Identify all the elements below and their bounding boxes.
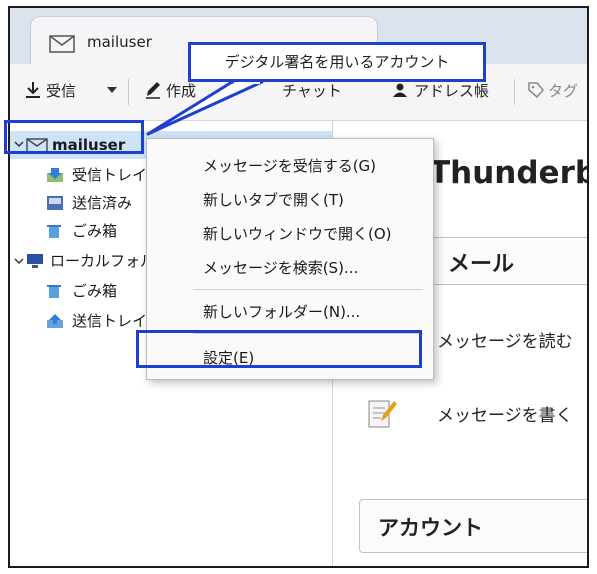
- pencil-icon: [144, 80, 162, 100]
- menu-item-label: 新しいフォルダー(N)...: [203, 303, 361, 321]
- app-window: mailuser 受信 作成 チャット アドレス帳 タグ mailuser 受信…: [8, 6, 589, 568]
- trash-icon: [46, 223, 62, 239]
- tag-label: タグ: [548, 82, 579, 100]
- menu-item-label: メッセージを検索(S)...: [203, 259, 359, 277]
- callout-label: デジタル署名を用いるアカウント: [188, 42, 486, 82]
- sent-folder-icon: [46, 195, 64, 211]
- menu-item-new-folder[interactable]: 新しいフォルダー(N)...: [147, 297, 433, 327]
- folder-label: 送信済み: [72, 194, 133, 212]
- toolbar-separator: [128, 79, 129, 105]
- menu-separator: [193, 289, 423, 290]
- menu-item-search-messages[interactable]: メッセージを検索(S)...: [147, 253, 433, 283]
- get-messages-dropdown[interactable]: [106, 80, 118, 98]
- accounts-section: アカウント: [359, 499, 587, 553]
- account-highlight-box: [4, 120, 144, 154]
- menu-item-label: メッセージを受信する(G): [203, 157, 377, 175]
- tab-label: mailuser: [87, 33, 152, 51]
- menu-item-label: 新しいタブで開く(T): [203, 191, 344, 209]
- chat-button[interactable]: チャット: [282, 80, 342, 101]
- menu-item-open-new-window[interactable]: 新しいウィンドウで開く(O): [147, 219, 433, 249]
- settings-highlight-box: [136, 330, 422, 368]
- page-title: Thunderbird Mail: [429, 155, 587, 191]
- mail-icon: [49, 35, 75, 53]
- menu-item-label: 新しいウィンドウで開く(O): [203, 225, 392, 243]
- folder-label: ごみ箱: [72, 282, 118, 300]
- address-book-icon: [392, 82, 408, 98]
- folder-label: ごみ箱: [72, 222, 118, 240]
- read-messages-label: メッセージを読む: [437, 332, 573, 352]
- write-message-label: メッセージを書く: [437, 406, 573, 426]
- section-title: メール: [448, 252, 515, 277]
- chevron-down-icon: [106, 80, 118, 98]
- write-label: 作成: [166, 82, 197, 100]
- chat-label: チャット: [282, 82, 342, 100]
- menu-item-get-messages[interactable]: メッセージを受信する(G): [147, 151, 433, 181]
- get-messages-label: 受信: [46, 82, 77, 100]
- write-icon: [367, 397, 397, 429]
- chevron-down-icon: [14, 256, 24, 266]
- folder-label: 受信トレイ: [72, 166, 148, 184]
- download-icon: [24, 80, 42, 100]
- outbox-icon: [46, 313, 64, 329]
- inbox-icon: [46, 167, 64, 183]
- menu-item-open-new-tab[interactable]: 新しいタブで開く(T): [147, 185, 433, 215]
- tag-icon: [528, 82, 544, 98]
- computer-icon: [26, 253, 44, 269]
- address-book-label: アドレス帳: [414, 82, 490, 100]
- trash-icon: [46, 283, 62, 299]
- toolbar-separator: [514, 79, 515, 105]
- accounts-header: アカウント: [378, 516, 483, 540]
